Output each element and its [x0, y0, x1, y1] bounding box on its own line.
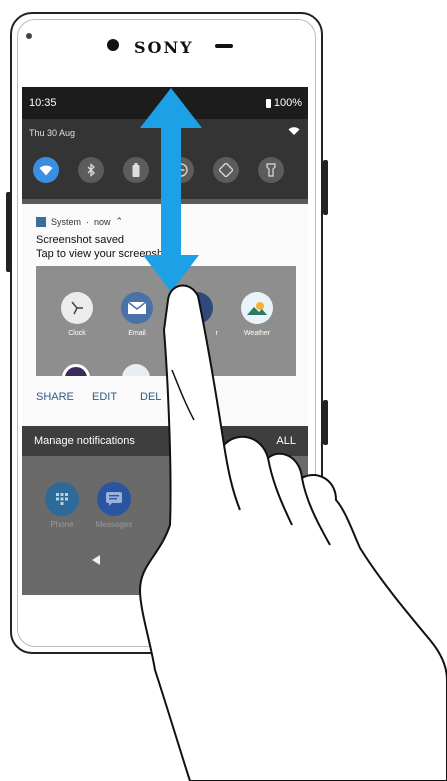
dock-app-messages[interactable]: Messages — [89, 482, 139, 529]
front-camera — [107, 39, 119, 51]
notification-footer: Manage notifications ALL — [22, 426, 308, 456]
side-button-left — [6, 192, 11, 272]
notification-text: Tap to view your screensh — [36, 248, 164, 260]
preview-app-icon-row2 — [122, 364, 150, 376]
preview-app-weather: Weather — [232, 292, 282, 337]
preview-app-label: Clock — [68, 330, 86, 337]
screenshot-notification[interactable]: System · now ⌃ Screenshot saved Tap to v… — [22, 204, 308, 426]
preview-app-label: Email — [128, 330, 146, 337]
battery-saver-tile[interactable] — [123, 157, 149, 183]
manage-notifications-button[interactable]: Manage notifications — [34, 435, 135, 447]
wifi-signal-icon — [288, 127, 300, 135]
auto-rotate-tile[interactable] — [213, 157, 239, 183]
notification-time: now — [94, 216, 111, 227]
notification-header: System · now ⌃ — [36, 216, 123, 227]
quick-settings-date: Thu 30 Aug — [29, 128, 76, 138]
camera-dot — [26, 33, 32, 39]
expand-chevron-icon[interactable]: ⌃ — [116, 216, 124, 227]
preview-app-email: Email — [112, 292, 162, 337]
bluetooth-tile[interactable] — [78, 157, 104, 183]
notification-separator: · — [86, 216, 90, 227]
dock-app-label: Phone — [50, 520, 74, 529]
auto-rotate-icon — [219, 163, 233, 177]
wifi-tile[interactable] — [33, 157, 59, 183]
dock-app-label: Messages — [95, 520, 133, 529]
quick-settings-panel: Thu 30 Aug — [22, 119, 308, 199]
clock-icon — [61, 292, 93, 324]
side-button-right-bottom — [323, 400, 328, 445]
battery-indicator: 100% — [265, 97, 302, 109]
screenshot-preview[interactable]: Clock Email r Weather — [36, 266, 296, 376]
dock-app-phone[interactable]: Phone — [37, 482, 87, 529]
preview-app-label: Weather — [243, 330, 271, 337]
earpiece-speaker — [215, 44, 233, 48]
edit-button[interactable]: EDIT — [92, 391, 117, 403]
home-screen: Phone Messages — [22, 456, 308, 595]
notification-title: Screenshot saved — [36, 234, 125, 246]
side-button-right-top — [323, 160, 328, 215]
battery-saver-icon — [132, 163, 140, 177]
preview-app-label: r — [215, 330, 218, 337]
preview-app-clock: Clock — [52, 292, 102, 337]
messages-icon — [97, 482, 131, 516]
phone-icon — [45, 482, 79, 516]
clear-all-button[interactable]: ALL — [276, 435, 296, 447]
flashlight-tile[interactable] — [258, 157, 284, 183]
battery-level: 100% — [273, 97, 302, 109]
back-button-icon[interactable] — [90, 554, 102, 566]
email-icon — [121, 292, 153, 324]
flashlight-icon — [266, 163, 276, 177]
screenshot-app-icon — [36, 216, 46, 227]
screen: 10:35 100% Thu 30 Aug System · now ⌃ Scr… — [22, 87, 308, 595]
do-not-disturb-icon — [174, 163, 188, 177]
battery-icon — [265, 98, 271, 108]
brand-logo: SONY — [134, 38, 194, 57]
notification-app-name: System — [51, 216, 82, 227]
quick-settings-tiles — [22, 157, 308, 187]
status-time: 10:35 — [29, 97, 57, 109]
wifi-icon — [39, 165, 53, 175]
calendar-icon — [181, 292, 213, 324]
preview-app-calendar: r — [172, 292, 222, 337]
weather-icon — [241, 292, 273, 324]
delete-button[interactable]: DEL — [140, 391, 161, 403]
bluetooth-icon — [87, 163, 95, 177]
status-bar: 10:35 100% — [22, 87, 308, 119]
share-button[interactable]: SHARE — [36, 391, 74, 403]
do-not-disturb-tile[interactable] — [168, 157, 194, 183]
preview-app-icon-row2 — [62, 364, 90, 376]
